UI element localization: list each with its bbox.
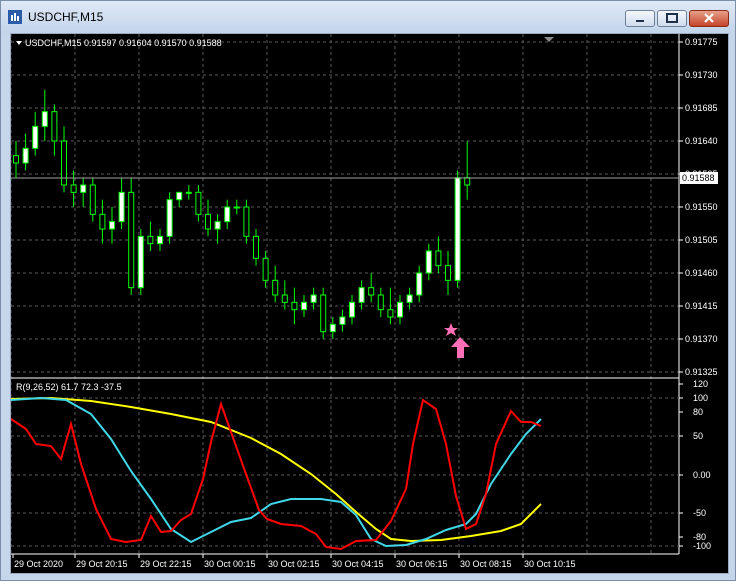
- candle: [13, 141, 19, 178]
- current-price-label: 0.91588: [682, 173, 715, 183]
- price-tick-label: 0.91730: [685, 70, 718, 80]
- candle: [32, 111, 39, 156]
- maximize-button[interactable]: [657, 10, 687, 27]
- scroll-shift-marker-icon[interactable]: [544, 37, 554, 42]
- indicator-mid-line: [11, 396, 542, 548]
- time-label: 30 Oct 08:15: [460, 559, 512, 569]
- time-label: 30 Oct 04:15: [332, 559, 384, 569]
- candle: [272, 265, 279, 303]
- indicator-label: R(9,26,52) 61.7 72.3 -37.5: [16, 382, 122, 392]
- time-label: 30 Oct 06:15: [396, 559, 448, 569]
- candle: [80, 177, 87, 207]
- price-tick-label: 0.91775: [685, 37, 718, 47]
- candle: [128, 177, 135, 295]
- candle: [109, 207, 115, 244]
- candle: [61, 126, 67, 193]
- candle: [425, 243, 432, 281]
- chart-window: USDCHF,M15 USDCHF,M15 0.91597 0.91604 0.…: [0, 0, 736, 581]
- close-button[interactable]: [689, 10, 729, 27]
- price-tick-label: 0.91460: [685, 268, 718, 278]
- candle: [253, 229, 259, 266]
- up-arrow-icon: [451, 337, 470, 358]
- candle: [435, 236, 442, 273]
- candle: [320, 287, 327, 339]
- time-label: 29 Oct 22:15: [140, 559, 192, 569]
- candle: [243, 199, 250, 244]
- time-scale[interactable]: 29 Oct 2020 29 Oct 20:15 29 Oct 22:15 30 Oc…: [12, 554, 576, 569]
- candle: [195, 185, 202, 222]
- maximize-icon: [666, 13, 678, 23]
- price-tick-label: 0.91505: [685, 235, 718, 245]
- indicator-tick-label: -100: [693, 541, 711, 551]
- price-tick-label: 0.91415: [685, 301, 718, 311]
- candle: [358, 280, 365, 310]
- candle: [89, 177, 96, 222]
- price-chart-svg[interactable]: USDCHF,M15 0.91597 0.91604 0.91570 0.915…: [11, 34, 728, 573]
- candle: [445, 251, 451, 295]
- candle: [291, 287, 298, 325]
- time-label: 29 Oct 20:15: [76, 559, 128, 569]
- candle: [349, 295, 355, 325]
- time-label: 30 Oct 10:15: [524, 559, 576, 569]
- indicator-tick-label: 100: [693, 393, 708, 403]
- buy-arrow: [444, 323, 470, 358]
- candle: [454, 170, 461, 288]
- info-dropdown-icon[interactable]: [16, 41, 22, 45]
- grid: [11, 34, 679, 554]
- candle: [368, 273, 375, 303]
- candle: [137, 229, 144, 295]
- candle: [224, 199, 231, 229]
- indicator-tick-label: 50: [693, 431, 703, 441]
- candle: [301, 295, 307, 317]
- candle: [118, 177, 125, 229]
- chart-area[interactable]: USDCHF,M15 0.91597 0.91604 0.91570 0.915…: [10, 33, 729, 574]
- indicator-tick-label: 120: [693, 379, 708, 389]
- candles: [13, 89, 471, 339]
- candle: [205, 199, 211, 237]
- candle: [185, 185, 192, 200]
- star-icon: [444, 323, 458, 336]
- time-label: 29 Oct 2020: [14, 559, 63, 569]
- price-tick-label: 0.91325: [685, 367, 718, 377]
- candle: [281, 280, 288, 310]
- price-tick-label: 0.91370: [685, 334, 718, 344]
- candle: [464, 141, 471, 200]
- candle: [176, 191, 183, 207]
- candle: [416, 265, 423, 303]
- symbol-info-text: USDCHF,M15 0.91597 0.91604 0.91570 0.915…: [25, 38, 222, 48]
- price-tick-label: 0.91685: [685, 103, 718, 113]
- candle: [147, 221, 154, 251]
- window-title: USDCHF,M15: [28, 10, 104, 24]
- candle: [70, 170, 77, 207]
- minimize-button[interactable]: [625, 10, 655, 27]
- candle: [51, 104, 58, 156]
- candle: [214, 214, 221, 244]
- indicator-slow-line: [11, 396, 542, 543]
- indicator-tick-label: 80: [693, 407, 703, 417]
- time-label: 30 Oct 02:15: [268, 559, 320, 569]
- price-tick-label: 0.91550: [685, 202, 718, 212]
- candle: [22, 133, 29, 171]
- price-scale[interactable]: 0.917750.917300.916850.916400.915950.915…: [679, 37, 718, 377]
- candle: [377, 287, 384, 317]
- price-tick-label: 0.91640: [685, 136, 718, 146]
- indicator-grid: [11, 397, 679, 547]
- indicator-tick-label: 0.00: [693, 470, 711, 480]
- candle: [157, 229, 163, 251]
- title-bar[interactable]: USDCHF,M15: [1, 1, 735, 33]
- candle: [41, 89, 48, 141]
- candle: [233, 199, 240, 215]
- candle: [339, 309, 346, 332]
- candle: [387, 287, 394, 325]
- candle: [397, 295, 403, 325]
- close-icon: [704, 13, 714, 23]
- candle: [99, 199, 106, 244]
- time-label: 30 Oct 00:15: [204, 559, 256, 569]
- minimize-icon: [636, 20, 644, 22]
- indicator-scale[interactable]: 12010080500.00-50-80-100: [679, 379, 711, 551]
- candle: [166, 192, 173, 244]
- indicator-tick-label: -50: [693, 508, 706, 518]
- chart-app-icon: [8, 10, 22, 24]
